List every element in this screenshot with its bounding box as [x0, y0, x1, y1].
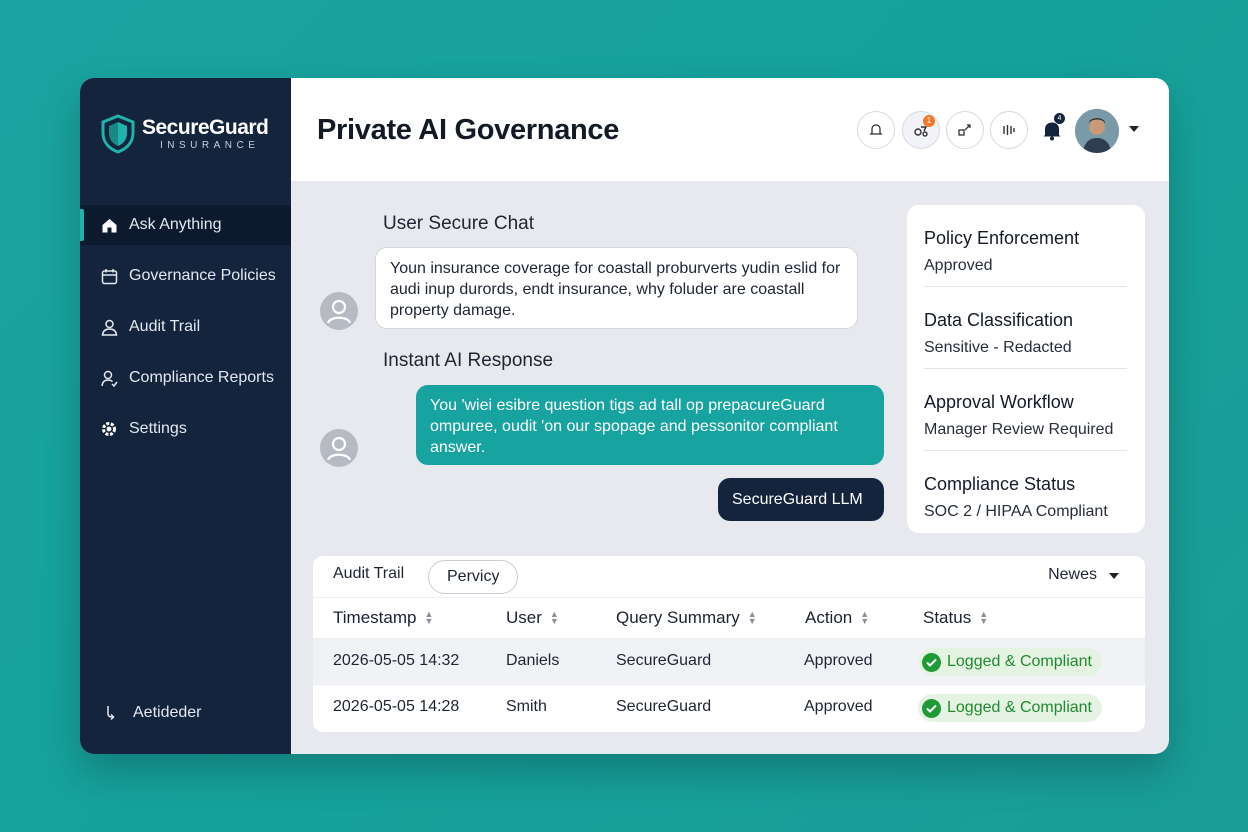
news-label: Newes	[1048, 566, 1097, 583]
status-badge: Logged & Compliant	[918, 648, 1102, 676]
column-label: User	[506, 608, 542, 627]
audit-tabs: Audit Trail Pervicy Newes	[313, 556, 1145, 598]
policy-value: Manager Review Required	[924, 421, 1114, 438]
sidebar-nav: Ask Anything Governance Policies Audit T…	[80, 205, 291, 460]
sidebar-item-label: Settings	[129, 420, 187, 437]
sidebar-item-ask-anything[interactable]: Ask Anything	[80, 205, 291, 245]
sidebar-bottom-label: Aetideder	[133, 704, 202, 721]
sort-icon: ▲ ▼	[860, 609, 870, 626]
notifications-button[interactable]	[857, 111, 895, 149]
column-label: Query Summary	[616, 608, 740, 627]
bars-icon	[1003, 125, 1015, 135]
cell-timestamp: 2026-05-05 14:32	[333, 652, 460, 669]
sort-icon: ▲ ▼	[979, 609, 989, 626]
cell-timestamp: 2026-05-05 14:28	[333, 698, 460, 715]
cell-user: Smith	[506, 698, 547, 715]
column-label: Action	[805, 608, 853, 627]
policy-item: Policy Enforcement Approved	[924, 205, 1127, 287]
sort-icon: ▲ ▼	[549, 609, 559, 626]
sidebar: SecureGuard INSURANCE Ask Anything Gover…	[80, 78, 291, 754]
ai-response-label: Instant AI Response	[383, 350, 554, 371]
column-header-user[interactable]: User ▲ ▼	[506, 608, 559, 628]
cell-action: Approved	[804, 698, 873, 715]
bell-outline-icon	[869, 124, 883, 135]
tab-pervicy[interactable]: Pervicy	[428, 560, 519, 594]
table-row[interactable]: 2026-05-05 14:28 Smith SecureGuard Appro…	[313, 684, 1145, 730]
column-header-timestamp[interactable]: Timestamp ▲ ▼	[333, 608, 433, 628]
status-text: Logged & Compliant	[947, 653, 1092, 670]
app-window: SecureGuard INSURANCE Ask Anything Gover…	[80, 78, 1169, 754]
sort-icon: ▲ ▼	[747, 609, 757, 626]
cell-query: SecureGuard	[616, 652, 712, 669]
sidebar-item-label: Audit Trail	[129, 318, 201, 335]
sidebar-item-label: Compliance Reports	[129, 369, 274, 386]
bell-badge: 4	[1054, 113, 1065, 124]
page-title: Private AI Governance	[317, 114, 620, 146]
audit-table: Audit Trail Pervicy Newes Timestamp ▲ ▼ Us…	[313, 556, 1145, 732]
policy-value: SOC 2 / HIPAA Compliant	[924, 503, 1108, 520]
brand-subtitle: INSURANCE	[160, 140, 260, 151]
policy-item: Approval Workflow Manager Review Require…	[924, 369, 1127, 451]
sidebar-item-audit-trail[interactable]: Audit Trail	[80, 307, 291, 347]
policy-item: Data Classification Sensitive - Redacted	[924, 287, 1127, 369]
policy-title: Data Classification	[924, 310, 1074, 330]
stats-button[interactable]	[990, 111, 1028, 149]
brand-logo[interactable]: SecureGuard INSURANCE	[100, 114, 269, 154]
calendar-icon	[100, 267, 118, 285]
policy-value: Approved	[924, 257, 993, 274]
avatar[interactable]	[1075, 109, 1119, 153]
table-row[interactable]: 2026-05-05 14:32 Daniels SecureGuard App…	[313, 638, 1145, 684]
sidebar-item-compliance-reports[interactable]: Compliance Reports	[80, 358, 291, 398]
sort-icon: ▲ ▼	[424, 609, 434, 626]
user-icon	[100, 318, 118, 336]
policy-value: Sensitive - Redacted	[924, 339, 1072, 356]
user-avatar-icon	[320, 292, 358, 330]
share-icon	[958, 124, 971, 136]
llm-model-badge[interactable]: SecureGuard LLM	[718, 478, 884, 521]
ai-avatar-icon	[320, 429, 358, 467]
sidebar-item-governance-policies[interactable]: Governance Policies	[80, 256, 291, 296]
user-chat-label: User Secure Chat	[383, 213, 535, 234]
column-header-query-summary[interactable]: Query Summary ▲ ▼	[616, 608, 757, 628]
check-icon	[922, 698, 941, 718]
column-header-status[interactable]: Status ▲ ▼	[923, 608, 988, 628]
check-icon	[922, 652, 941, 672]
policy-title: Policy Enforcement	[924, 228, 1080, 248]
table-header: Timestamp ▲ ▼ User ▲ ▼ Query Summary ▲ ▼ Actio…	[313, 598, 1145, 638]
sidebar-item-label: Ask Anything	[129, 216, 222, 233]
gear-icon	[100, 420, 118, 438]
sidebar-bottom-link[interactable]: Aetideder	[102, 704, 202, 722]
policy-item: Compliance Status SOC 2 / HIPAA Complian…	[924, 451, 1127, 533]
shield-logo-icon	[101, 114, 135, 154]
column-label: Status	[923, 608, 972, 627]
policy-title: Approval Workflow	[924, 392, 1074, 412]
status-text: Logged & Compliant	[947, 699, 1092, 716]
ai-message-bubble: You 'wiei esibre question tigs ad tall o…	[416, 385, 884, 465]
home-icon	[100, 216, 118, 234]
status-badge: Logged & Compliant	[918, 694, 1102, 722]
logout-icon	[102, 704, 120, 722]
activity-button[interactable]: 1	[902, 111, 940, 149]
column-header-action[interactable]: Action ▲ ▼	[805, 608, 869, 628]
policy-title: Compliance Status	[924, 474, 1076, 494]
cell-query: SecureGuard	[616, 698, 712, 715]
cell-user: Daniels	[506, 652, 560, 669]
sidebar-item-settings[interactable]: Settings	[80, 409, 291, 449]
activity-badge: 1	[923, 115, 935, 127]
sidebar-item-label: Governance Policies	[129, 267, 276, 284]
chevron-down-icon	[1109, 566, 1119, 584]
chevron-down-icon[interactable]	[1129, 126, 1139, 132]
main-content: Private AI Governance 1 4 User Secure Ch…	[291, 78, 1169, 754]
share-button[interactable]	[946, 111, 984, 149]
header: Private AI Governance 1 4	[291, 78, 1169, 181]
policy-panel: Policy Enforcement Approved Data Classif…	[907, 205, 1145, 533]
column-label: Timestamp	[333, 608, 417, 627]
news-dropdown[interactable]: Newes	[1048, 566, 1119, 584]
brand-name: SecureGuard	[142, 116, 269, 139]
user-message-bubble: Youn insurance coverage for coastall pro…	[375, 247, 858, 329]
tab-audit-trail[interactable]: Audit Trail	[333, 565, 404, 583]
cell-action: Approved	[804, 652, 873, 669]
user-check-icon	[100, 369, 118, 387]
